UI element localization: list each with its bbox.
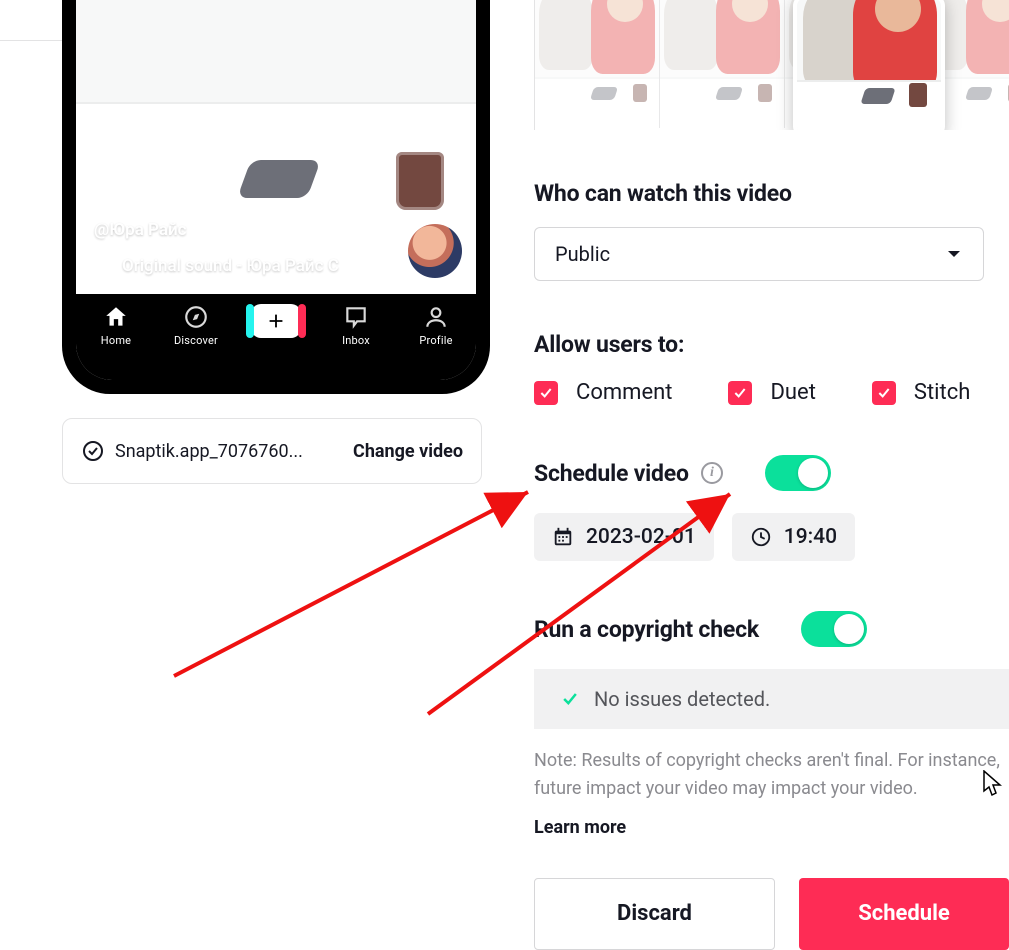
clock-icon xyxy=(750,526,772,548)
schedule-heading-row: Schedule video i xyxy=(534,455,1009,491)
cover-frame-picker[interactable] xyxy=(793,0,945,130)
chevron-down-icon xyxy=(945,245,963,263)
discard-button[interactable]: Discard xyxy=(534,878,775,950)
schedule-time-chip[interactable]: 19:40 xyxy=(732,513,855,561)
checkbox-icon xyxy=(534,381,558,405)
create-button xyxy=(251,304,301,338)
file-bar: Snaptik.app_7076760... Change video xyxy=(62,418,482,484)
inbox-icon xyxy=(343,304,369,330)
tab-create xyxy=(244,304,308,338)
copyright-toggle[interactable] xyxy=(801,611,867,647)
schedule-heading: Schedule video xyxy=(534,460,689,487)
copyright-heading: Run a copyright check xyxy=(534,616,759,643)
tab-profile: Profile xyxy=(404,304,468,347)
checkbox-icon xyxy=(728,381,752,405)
schedule-button[interactable]: Schedule xyxy=(799,878,1009,950)
mouse-cursor-icon xyxy=(982,770,1004,798)
tab-discover: Discover xyxy=(164,304,228,347)
tab-home: Home xyxy=(84,304,148,347)
video-thumbnail: @Юра Райс Original sound - Юра Райс С xyxy=(76,0,476,294)
sound-text: Original sound - Юра Райс С xyxy=(122,256,339,276)
sound-avatar xyxy=(408,224,462,278)
phone-preview: @Юра Райс Original sound - Юра Райс С Ho… xyxy=(62,0,490,394)
home-icon xyxy=(103,304,129,330)
copyright-status: No issues detected. xyxy=(534,669,1009,729)
top-divider xyxy=(0,40,62,41)
author-handle: @Юра Райс xyxy=(94,220,187,240)
schedule-time: 19:40 xyxy=(784,525,837,549)
music-note-icon xyxy=(94,257,112,275)
compass-icon xyxy=(183,304,209,330)
allow-heading: Allow users to: xyxy=(534,331,1009,358)
calendar-icon xyxy=(552,526,574,548)
tab-inbox: Inbox xyxy=(324,304,388,347)
check-circle-icon xyxy=(81,439,105,463)
privacy-selected: Public xyxy=(555,242,610,266)
checkbox-label: Duet xyxy=(770,380,815,405)
copyright-status-text: No issues detected. xyxy=(594,687,770,711)
checkbox-label: Comment xyxy=(576,380,672,405)
copyright-note: Note: Results of copyright checks aren't… xyxy=(534,747,1009,803)
sound-label: Original sound - Юра Райс С xyxy=(94,256,339,276)
privacy-heading: Who can watch this video xyxy=(534,180,1009,207)
file-name: Snaptik.app_7076760... xyxy=(115,441,353,462)
checkbox-comment[interactable]: Comment xyxy=(534,380,672,405)
schedule-date-chip[interactable]: 2023-02-01 xyxy=(534,513,714,561)
privacy-select[interactable]: Public xyxy=(534,227,984,281)
phone-screen: @Юра Райс Original sound - Юра Райс С Ho… xyxy=(76,0,476,380)
plus-icon xyxy=(265,310,287,332)
profile-icon xyxy=(423,304,449,330)
learn-more-link[interactable]: Learn more xyxy=(534,817,1009,838)
copyright-heading-row: Run a copyright check xyxy=(534,611,1009,647)
cover-frame-strip[interactable] xyxy=(534,0,1009,130)
phone-tabbar: Home Discover Inbox Profile xyxy=(76,294,476,380)
checkbox-stitch[interactable]: Stitch xyxy=(872,380,970,405)
change-video-button[interactable]: Change video xyxy=(353,441,463,462)
checkbox-label: Stitch xyxy=(914,380,970,405)
checkbox-icon xyxy=(872,381,896,405)
schedule-date: 2023-02-01 xyxy=(586,525,696,549)
schedule-toggle[interactable] xyxy=(765,455,831,491)
info-icon[interactable]: i xyxy=(701,462,723,484)
check-icon xyxy=(560,689,580,709)
checkbox-duet[interactable]: Duet xyxy=(728,380,815,405)
